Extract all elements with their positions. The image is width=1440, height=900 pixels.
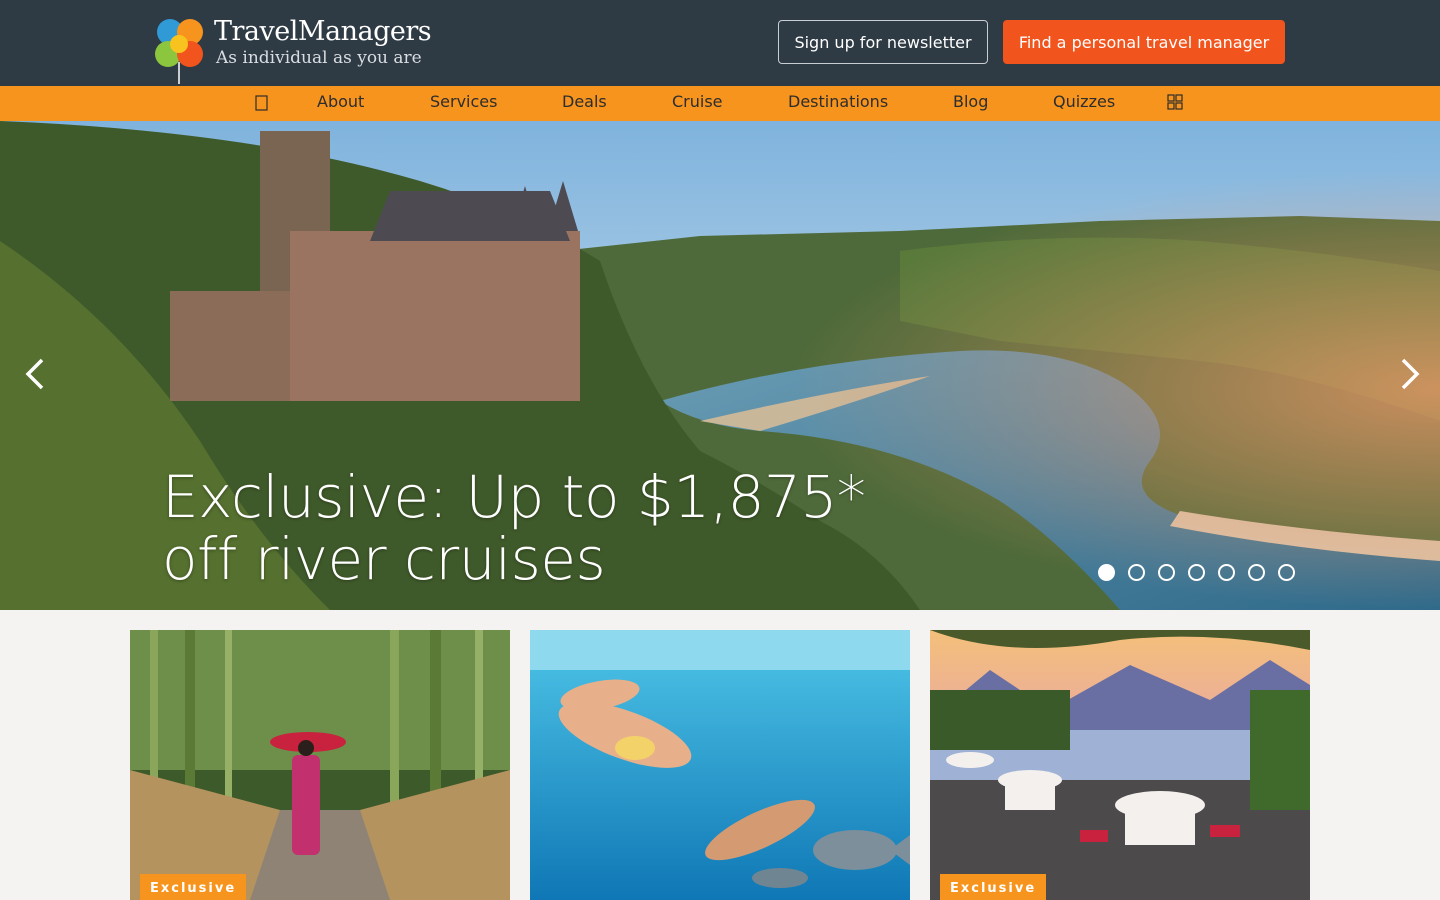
chevron-right-icon[interactable] xyxy=(1395,354,1425,394)
nav-item-destinations[interactable]: Destinations xyxy=(788,86,888,121)
grid-icon[interactable] xyxy=(1167,86,1183,121)
site-header: TravelManagers As individual as you are … xyxy=(0,0,1440,86)
nav-item-about[interactable]: About xyxy=(317,86,364,121)
logo-name: TravelManagers xyxy=(214,16,432,47)
nav-item-services[interactable]: Services xyxy=(430,86,497,121)
newsletter-signup-button[interactable]: Sign up for newsletter xyxy=(778,20,988,64)
chevron-left-icon[interactable] xyxy=(20,354,50,394)
carousel-dot[interactable] xyxy=(1278,564,1295,581)
clover-logo-icon xyxy=(155,19,203,84)
carousel-dot[interactable] xyxy=(1188,564,1205,581)
card-image-bamboo-forest xyxy=(130,630,510,900)
nav-item-deals[interactable]: Deals xyxy=(562,86,607,121)
exclusive-badge: Exclusive xyxy=(940,874,1047,900)
deal-card[interactable] xyxy=(530,630,910,900)
logo-tagline: As individual as you are xyxy=(216,48,422,68)
hero-title[interactable]: Exclusive: Up to $1,875* off river cruis… xyxy=(162,466,922,590)
home-icon[interactable] xyxy=(255,86,269,121)
card-image-lakeside-terrace xyxy=(930,630,1310,900)
carousel-dot[interactable] xyxy=(1218,564,1235,581)
nav-item-blog[interactable]: Blog xyxy=(953,86,988,121)
nav-item-cruise[interactable]: Cruise xyxy=(672,86,723,121)
carousel-dot[interactable] xyxy=(1248,564,1265,581)
main-nav: About Services Deals Cruise Destinations… xyxy=(0,86,1440,121)
nav-item-quizzes[interactable]: Quizzes xyxy=(1053,86,1115,121)
carousel-dot[interactable] xyxy=(1158,564,1175,581)
hero-carousel[interactable]: Exclusive: Up to $1,875* off river cruis… xyxy=(0,121,1440,610)
card-image-snorkeling xyxy=(530,630,910,900)
logo[interactable]: TravelManagers As individual as you are xyxy=(150,14,440,84)
deal-card[interactable]: Exclusive xyxy=(930,630,1310,900)
carousel-dot[interactable] xyxy=(1098,564,1115,581)
deal-card[interactable]: Exclusive xyxy=(130,630,510,900)
exclusive-badge: Exclusive xyxy=(140,874,247,900)
find-travel-manager-button[interactable]: Find a personal travel manager xyxy=(1003,20,1285,64)
carousel-dot[interactable] xyxy=(1128,564,1145,581)
